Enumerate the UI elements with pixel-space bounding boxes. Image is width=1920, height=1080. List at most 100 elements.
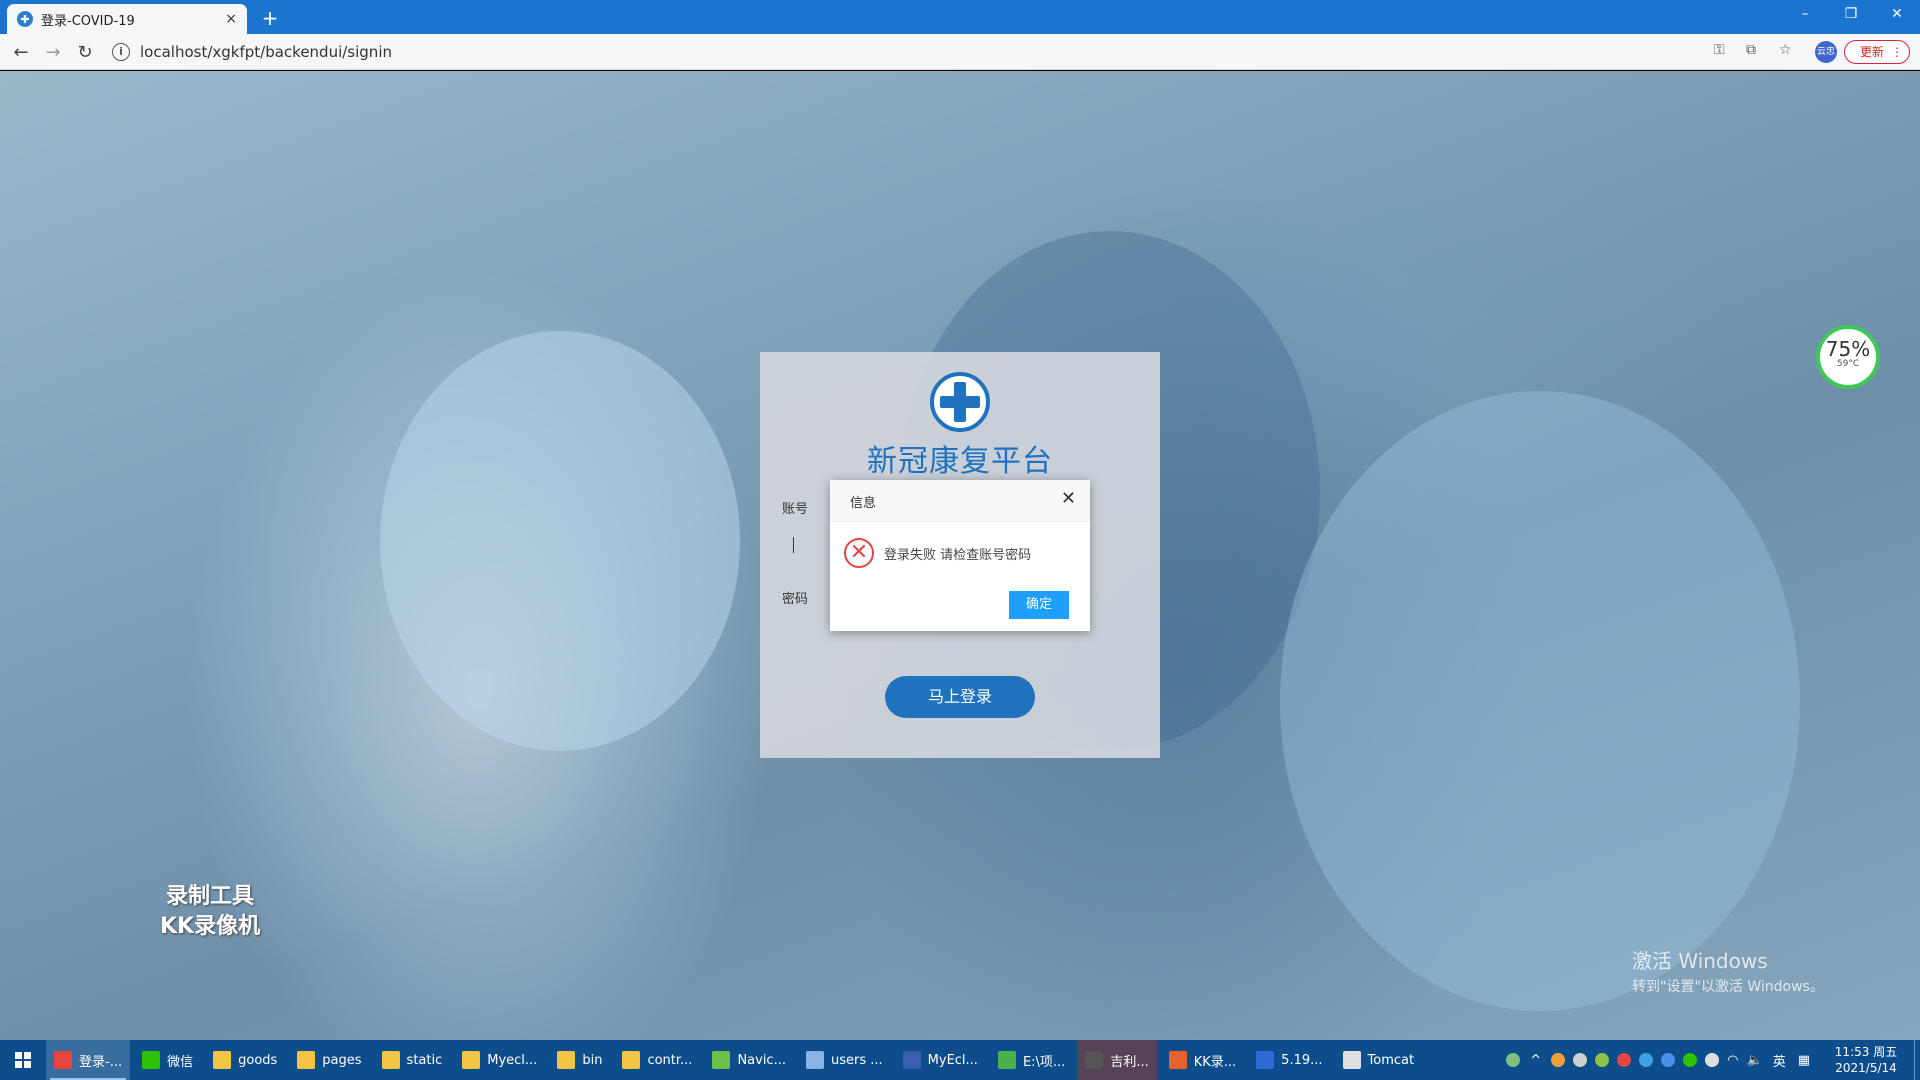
taskbar-apps: 登录-... 微信 goods pages static Myecl... bin contr… — [46, 1040, 1426, 1080]
taskbar-item[interactable]: 登录-... — [46, 1040, 131, 1080]
update-button[interactable]: 更新 ⋮ — [1844, 40, 1910, 64]
back-arrow-icon[interactable]: ← — [10, 42, 32, 64]
taskbar-item[interactable]: Tomcat — [1335, 1040, 1423, 1080]
taskbar-item[interactable]: KK录... — [1161, 1040, 1244, 1080]
taskbar-item-label: Navic... — [737, 1052, 786, 1068]
tray-app-icon[interactable] — [1617, 1053, 1632, 1067]
dialog-title: 信息 — [850, 496, 877, 511]
tray-app-icon[interactable] — [1661, 1053, 1676, 1067]
activate-windows-watermark: 激活 Windows 转到"设置"以激活 Windows。 — [1632, 945, 1824, 996]
taskbar-item-label: Tomcat — [1367, 1052, 1415, 1068]
system-tray: ^ ◠ 🔈 英 ▦ 11:53 周五 2021/5/14 — [1502, 1040, 1920, 1080]
new-tab-button[interactable]: + — [258, 6, 282, 30]
browser-tab-bar: ✚ 登录-COVID-19 × + – ❐ ✕ — [0, 0, 1920, 34]
folder-icon — [557, 1051, 576, 1069]
taskbar-item[interactable]: contr... — [614, 1040, 700, 1080]
wifi-icon[interactable]: ◠ — [1727, 1053, 1738, 1068]
folder-icon — [213, 1051, 232, 1069]
forward-arrow-icon[interactable]: → — [42, 42, 64, 64]
word-icon — [1256, 1051, 1275, 1069]
taskbar-item[interactable]: 吉利... — [1077, 1040, 1157, 1080]
taskbar-item[interactable]: Navic... — [704, 1040, 794, 1080]
dialog-close-icon[interactable]: ✕ — [1061, 490, 1076, 508]
java-icon — [1342, 1051, 1361, 1069]
error-dialog: 信息 ✕ ✕ 登录失败 请检查账号密码 确定 — [830, 480, 1090, 631]
minimize-button[interactable]: – — [1782, 0, 1828, 30]
reload-icon[interactable]: ↻ — [74, 42, 96, 64]
bookmark-star-icon[interactable]: ☆ — [1779, 42, 1792, 58]
login-button[interactable]: 马上登录 — [885, 676, 1035, 718]
taskbar-item[interactable]: Myecl... — [454, 1040, 545, 1080]
taskbar-item-label: 5.19... — [1281, 1052, 1323, 1068]
background-gown — [1280, 391, 1800, 1011]
window-close-button[interactable]: ✕ — [1874, 0, 1920, 30]
medical-cross-logo-icon — [930, 372, 990, 432]
dialog-header: 信息 ✕ — [830, 480, 1090, 522]
address-bar[interactable]: i localhost/xgkfpt/backendui/signin — [112, 38, 1712, 66]
profile-avatar[interactable]: 云忠 — [1815, 41, 1837, 63]
start-button[interactable] — [0, 1040, 46, 1080]
recorder-watermark: 录制工具 KK录像机 — [160, 882, 260, 942]
site-info-icon[interactable]: i — [112, 43, 130, 61]
taskbar-item[interactable]: 5.19... — [1248, 1040, 1330, 1080]
menu-dots-icon[interactable]: ⋮ — [1891, 41, 1903, 63]
key-icon[interactable]: ⚿ — [1714, 42, 1725, 58]
windows-logo-icon — [15, 1052, 31, 1068]
taskbar-item-label: Myecl... — [487, 1052, 538, 1068]
taskbar-item-label: pages — [322, 1052, 362, 1068]
taskbar-item-label: MyEcl... — [927, 1052, 978, 1068]
battery-icon[interactable] — [1506, 1053, 1521, 1067]
cpu-monitor-widget[interactable]: 75% 59°C — [1816, 325, 1880, 389]
taskbar: 登录-... 微信 goods pages static Myecl... bin contr… — [0, 1040, 1920, 1080]
taskbar-item[interactable]: goods — [205, 1040, 285, 1080]
favicon-icon: ✚ — [17, 11, 33, 27]
myeclipse-icon — [902, 1051, 921, 1069]
activate-title: 激活 Windows — [1632, 949, 1768, 973]
browser-toolbar: ← → ↻ i localhost/xgkfpt/backendui/signi… — [0, 34, 1920, 70]
background-surgeon-left — [380, 331, 740, 751]
tray-app-icon[interactable] — [1595, 1053, 1610, 1067]
account-input[interactable] — [793, 537, 794, 553]
update-label: 更新 — [1859, 45, 1884, 59]
error-x-icon: ✕ — [844, 538, 874, 568]
taskbar-item-label: bin — [582, 1052, 603, 1068]
taskbar-item-label: users ... — [830, 1052, 883, 1068]
show-desktop-button[interactable] — [1914, 1040, 1920, 1080]
taskbar-item[interactable]: E:\项... — [990, 1040, 1073, 1080]
folder-icon — [622, 1051, 641, 1069]
browser-tab[interactable]: ✚ 登录-COVID-19 × — [7, 4, 247, 34]
person-icon — [1085, 1051, 1104, 1069]
tab-close-icon[interactable]: × — [225, 11, 237, 27]
tray-app-icon[interactable] — [1573, 1053, 1588, 1067]
wechat-icon — [142, 1051, 161, 1069]
dialog-ok-button[interactable]: 确定 — [1009, 591, 1069, 619]
ime-indicator[interactable]: 英 — [1773, 1051, 1786, 1070]
url-text: localhost/xgkfpt/backendui/signin — [140, 43, 392, 61]
taskbar-item-label: E:\项... — [1022, 1054, 1066, 1070]
folder-icon — [462, 1051, 481, 1069]
taskbar-item[interactable]: users ... — [798, 1040, 891, 1080]
clock-date: 2021/5/14 — [1835, 1061, 1897, 1075]
tray-app-icon[interactable] — [1639, 1053, 1654, 1067]
taskbar-item[interactable]: pages — [289, 1040, 369, 1080]
taskbar-item-label: static — [406, 1052, 443, 1068]
keyboard-icon[interactable]: ▦ — [1798, 1053, 1810, 1068]
volume-icon[interactable]: 🔈 — [1747, 1053, 1763, 1068]
taskbar-item[interactable]: static — [374, 1040, 451, 1080]
account-label: 账号 — [782, 502, 809, 517]
dialog-message: 登录失败 请检查账号密码 — [884, 548, 1032, 563]
table-icon — [805, 1051, 824, 1069]
clock[interactable]: 11:53 周五 2021/5/14 — [1826, 1044, 1906, 1076]
network-icon[interactable] — [1705, 1053, 1720, 1067]
taskbar-item[interactable]: bin — [549, 1040, 610, 1080]
taskbar-item[interactable]: 微信 — [134, 1040, 201, 1080]
wechat-tray-icon[interactable] — [1683, 1053, 1698, 1067]
navicat-icon — [712, 1051, 731, 1069]
restore-button[interactable]: ❐ — [1828, 0, 1874, 30]
translate-icon[interactable]: ⧉ — [1746, 42, 1756, 58]
tray-app-icon[interactable] — [1551, 1053, 1566, 1067]
clock-time: 11:53 周五 — [1834, 1045, 1898, 1059]
chrome-icon — [54, 1051, 72, 1069]
taskbar-item[interactable]: MyEcl... — [895, 1040, 986, 1080]
tray-expand-icon[interactable]: ^ — [1530, 1053, 1541, 1068]
